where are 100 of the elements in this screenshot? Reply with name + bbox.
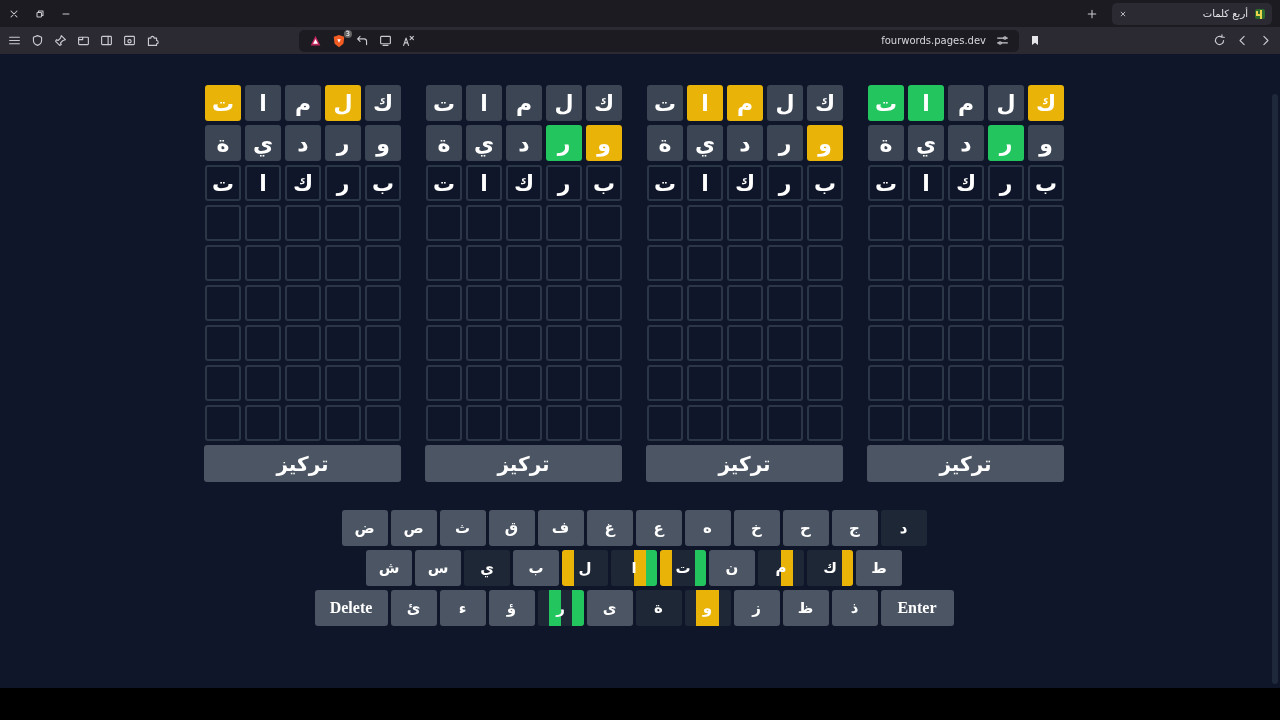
keyboard-key[interactable]: خ	[733, 510, 780, 546]
empty-tile	[767, 245, 803, 281]
puzzle-icon[interactable]	[146, 34, 159, 47]
letter-tile: ة	[647, 125, 683, 161]
pin-icon[interactable]	[54, 34, 67, 47]
empty-tile	[647, 285, 683, 321]
empty-tile	[868, 245, 904, 281]
url-field[interactable]: fourwords.pages.dev	[881, 35, 986, 46]
keyboard-action-key[interactable]: Delete	[314, 590, 388, 626]
keyboard-key[interactable]: ش	[366, 550, 412, 586]
focus-button[interactable]: تركيز	[425, 445, 622, 482]
letter-tile: م	[948, 85, 984, 121]
keyboard-key[interactable]: ث	[439, 510, 486, 546]
keyboard-key[interactable]: ئ	[390, 590, 437, 626]
keyboard-key[interactable]: ك	[807, 550, 853, 586]
empty-tile	[586, 405, 622, 441]
keyboard-key[interactable]: ص	[390, 510, 437, 546]
site-settings-icon[interactable]	[996, 34, 1009, 47]
letter-tile: ب	[1028, 165, 1064, 201]
empty-tile	[205, 205, 241, 241]
restore-icon[interactable]	[34, 7, 46, 20]
keyboard-key[interactable]: ب	[513, 550, 559, 586]
focus-button[interactable]: تركيز	[204, 445, 401, 482]
reload-icon[interactable]	[1213, 34, 1226, 47]
keyboard-key[interactable]: ج	[831, 510, 878, 546]
menu-icon[interactable]	[8, 34, 21, 47]
keyboard-key[interactable]: ه	[684, 510, 731, 546]
keyboard-key[interactable]: ي	[464, 550, 510, 586]
undo-icon[interactable]	[356, 34, 369, 47]
letter-tile: ك	[948, 165, 984, 201]
bookmark-icon[interactable]	[1029, 34, 1041, 47]
keyboard-action-key[interactable]: Enter	[880, 590, 954, 626]
keyboard-key[interactable]: ط	[856, 550, 902, 586]
sidebar-icon[interactable]	[100, 34, 113, 47]
letter-tile: ر	[325, 125, 361, 161]
empty-tile	[365, 325, 401, 361]
focus-button[interactable]: تركيز	[646, 445, 843, 482]
empty-tile	[908, 285, 944, 321]
empty-tile	[727, 285, 763, 321]
tabs-icon[interactable]	[77, 34, 90, 47]
keyboard-key[interactable]: ع	[635, 510, 682, 546]
screenshot-icon[interactable]	[123, 34, 136, 47]
keyboard-key[interactable]: ظ	[782, 590, 829, 626]
letter-tile: ت	[647, 165, 683, 201]
empty-tile	[285, 405, 321, 441]
keyboard-key[interactable]: د	[880, 510, 927, 546]
keyboard-key[interactable]: ل	[562, 550, 608, 586]
keyboard-key[interactable]: ق	[488, 510, 535, 546]
focus-button[interactable]: تركيز	[867, 445, 1064, 482]
empty-tile	[205, 325, 241, 361]
empty-tile	[868, 325, 904, 361]
letter-tile: ر	[325, 165, 361, 201]
new-tab-icon[interactable]	[1086, 7, 1098, 20]
translate-icon[interactable]	[402, 34, 415, 47]
empty-tile	[687, 205, 723, 241]
keyboard-key[interactable]: ف	[537, 510, 584, 546]
empty-tile	[948, 245, 984, 281]
browser-tab[interactable]: أربع كلمات	[1112, 2, 1272, 25]
empty-tile	[365, 205, 401, 241]
keyboard-key[interactable]: س	[415, 550, 461, 586]
keyboard-key[interactable]: ا	[611, 550, 657, 586]
keyboard-key[interactable]: ت	[660, 550, 706, 586]
empty-tile	[868, 405, 904, 441]
empty-tile	[807, 285, 843, 321]
keyboard-key[interactable]: ؤ	[488, 590, 535, 626]
keyboard-key[interactable]: ذ	[831, 590, 878, 626]
empty-tile	[426, 245, 462, 281]
keyboard-key[interactable]: ن	[709, 550, 755, 586]
keyboard-key[interactable]: م	[758, 550, 804, 586]
empty-tile	[325, 205, 361, 241]
keyboard-key[interactable]: ة	[635, 590, 682, 626]
empty-tile	[466, 405, 502, 441]
letter-tile: ي	[245, 125, 281, 161]
keyboard-key[interactable]: ز	[733, 590, 780, 626]
keyboard-key[interactable]: ض	[341, 510, 388, 546]
lion-shield-icon[interactable]	[332, 33, 346, 48]
letter-tile: ك	[727, 165, 763, 201]
empty-tile	[1028, 405, 1064, 441]
keyboard-key[interactable]: ء	[439, 590, 486, 626]
empty-tile	[767, 405, 803, 441]
empty-tile	[1028, 365, 1064, 401]
empty-tile	[868, 285, 904, 321]
empty-tile	[807, 205, 843, 241]
letter-tile: ي	[466, 125, 502, 161]
keyboard-key[interactable]: ى	[586, 590, 633, 626]
triangle-icon[interactable]	[309, 34, 322, 47]
letter-tile: ا	[687, 85, 723, 121]
empty-tile	[767, 325, 803, 361]
empty-tile	[506, 405, 542, 441]
letter-tile: ة	[868, 125, 904, 161]
empty-tile	[807, 405, 843, 441]
keyboard-key[interactable]: ح	[782, 510, 829, 546]
empty-tile	[285, 245, 321, 281]
empty-tile	[506, 285, 542, 321]
empty-tile	[205, 405, 241, 441]
empty-tile	[1028, 325, 1064, 361]
empty-tile	[988, 245, 1024, 281]
keyboard-key[interactable]: غ	[586, 510, 633, 546]
shield-icon[interactable]	[31, 34, 44, 47]
empty-tile	[325, 245, 361, 281]
